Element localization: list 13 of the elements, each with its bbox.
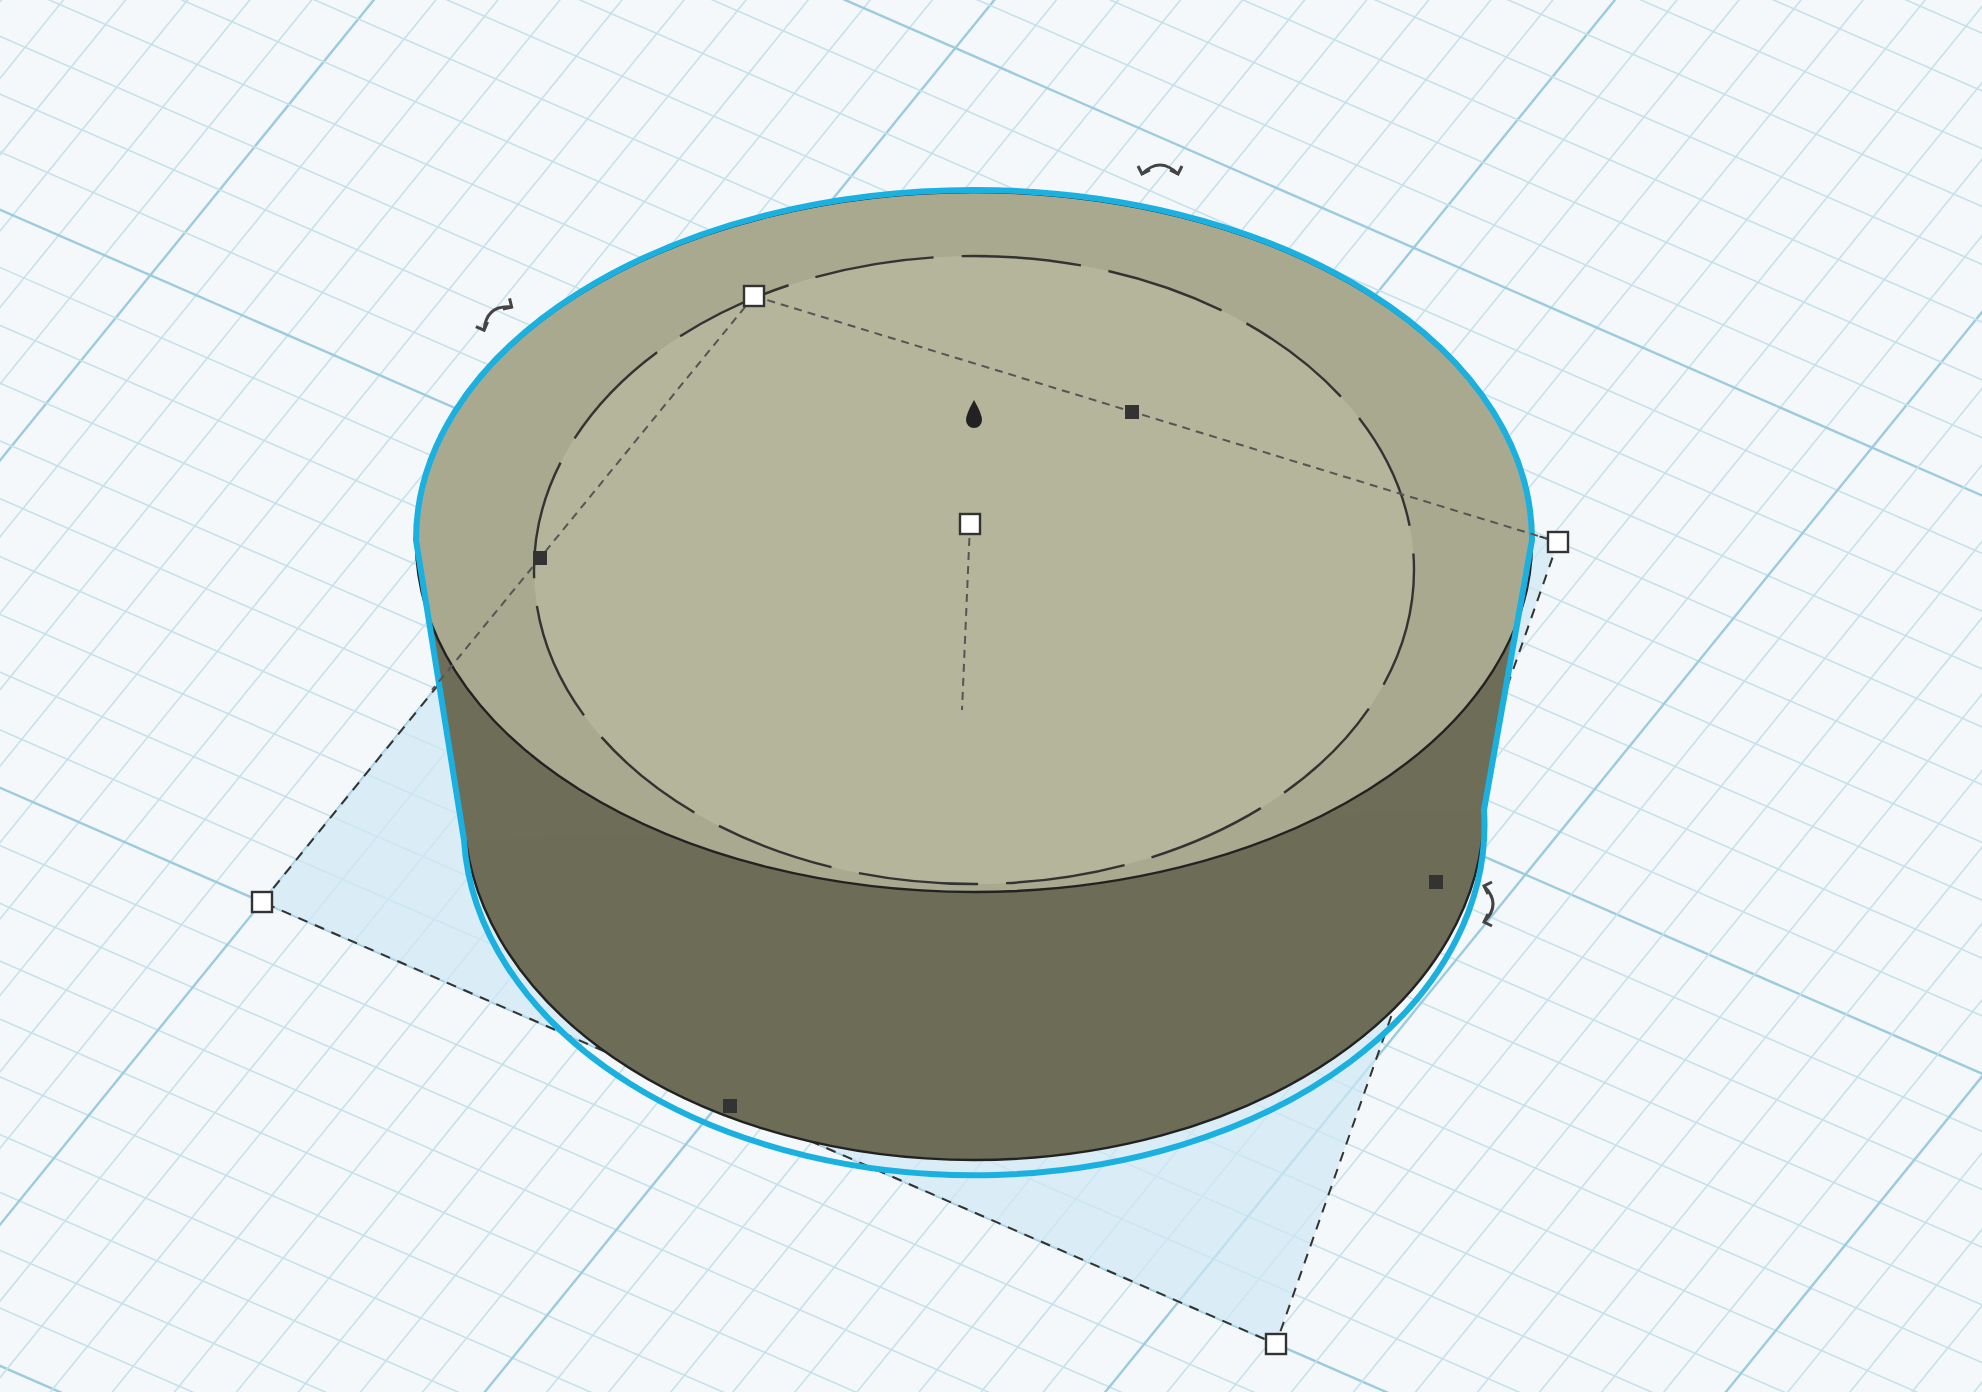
rotate-arrow-icon[interactable]	[1136, 163, 1184, 176]
rotate-arrow-icon[interactable]	[474, 296, 514, 333]
resize-handle-icon[interactable]	[958, 512, 982, 536]
drop-icon[interactable]	[966, 400, 982, 428]
resize-handle-icon[interactable]	[250, 890, 274, 914]
resize-handle-icon[interactable]	[1264, 1332, 1288, 1356]
edge-handle-icon[interactable]	[1429, 875, 1443, 889]
resize-handle-icon[interactable]	[742, 284, 766, 308]
edge-handle-icon[interactable]	[533, 551, 547, 565]
rotate-arrow-icon[interactable]	[1482, 880, 1495, 928]
edge-handle-icon[interactable]	[723, 1099, 737, 1113]
edge-handle-icon[interactable]	[1125, 405, 1139, 419]
resize-handle-icon[interactable]	[1546, 530, 1570, 554]
